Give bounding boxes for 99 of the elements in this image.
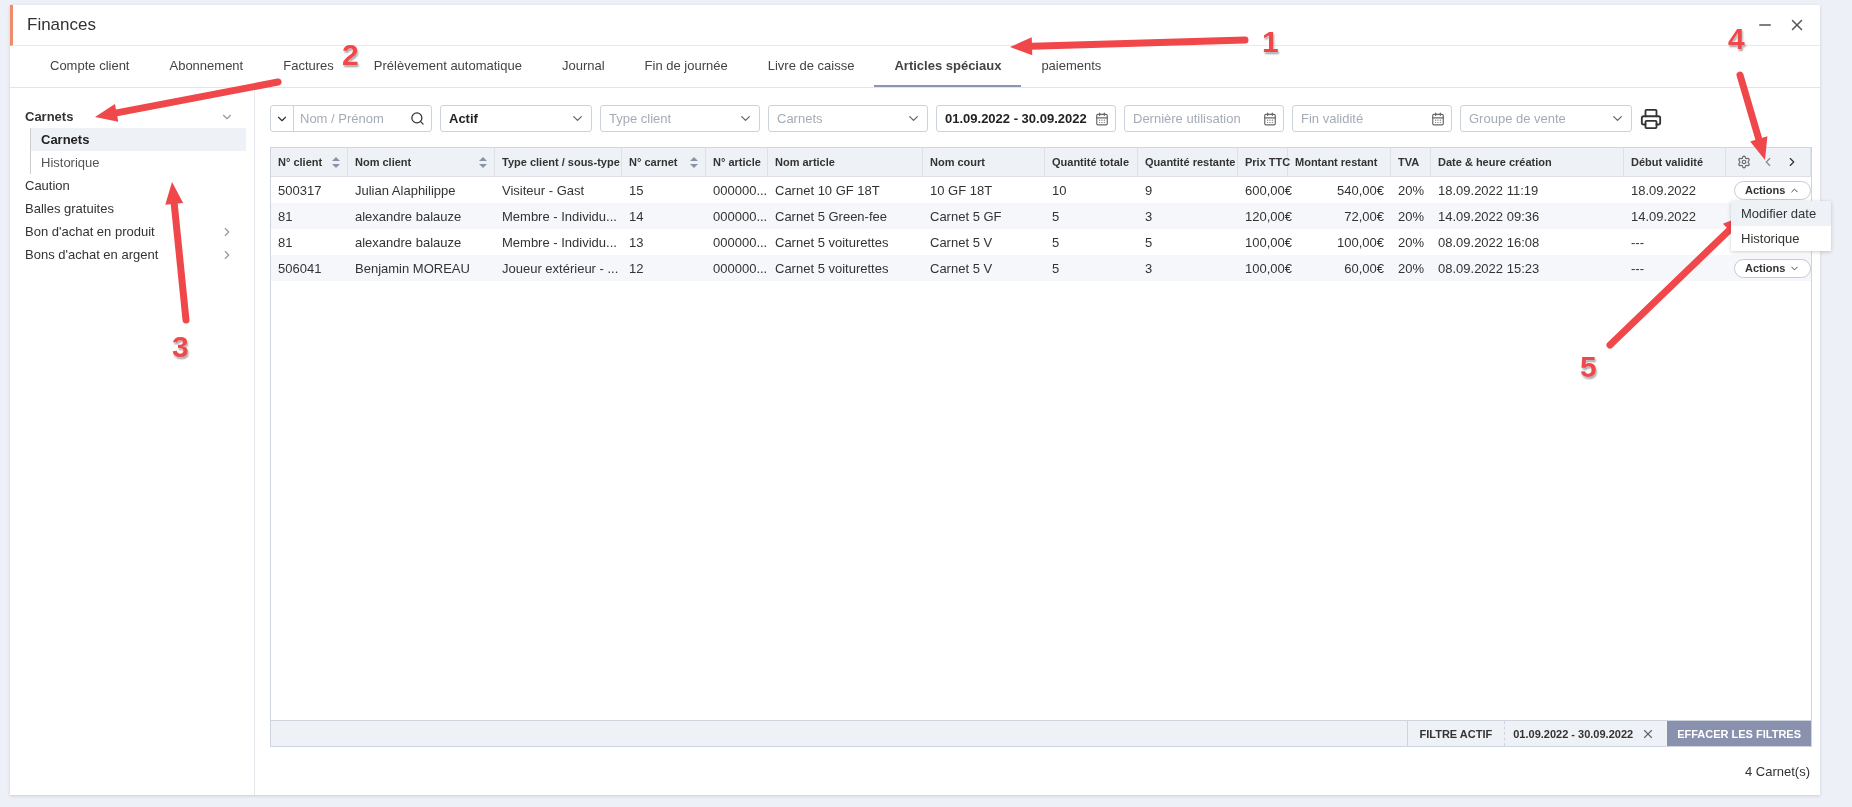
table-cell-text: 81 — [277, 233, 294, 252]
calendar-icon — [1431, 111, 1445, 126]
table-cell-text: 18.09.2022 — [1630, 181, 1698, 200]
record-count: 4 Carnet(s) — [1743, 762, 1811, 781]
select-field[interactable]: Actif — [440, 105, 592, 132]
print-button[interactable] — [1640, 107, 1662, 130]
column-header: N° client — [278, 156, 324, 168]
annotation-number: 4 — [1728, 22, 1745, 56]
sidebar-item[interactable]: Balles gratuites — [10, 197, 254, 220]
sort-icon[interactable] — [690, 156, 698, 168]
table-cell-text: Carnet 10 GF 18T — [774, 181, 881, 200]
column-header: TVA — [1398, 156, 1421, 168]
column-header: Date & heure création — [1438, 156, 1553, 168]
table-cell-text: Membre - Individu... — [501, 233, 618, 252]
sidebar-item[interactable]: Carnets — [10, 105, 254, 128]
menu-item[interactable]: Historique — [1731, 226, 1831, 251]
column-header: N° carnet — [629, 156, 679, 168]
table-cell-text: Carnet 5 voiturettes — [774, 259, 890, 278]
search-icon — [410, 111, 425, 126]
calendar-icon — [1263, 111, 1277, 126]
table-cell-text: 13 — [628, 233, 645, 252]
active-filter-label: FILTRE ACTIF — [1406, 721, 1506, 746]
table-cell-text: Visiteur - Gast — [501, 181, 586, 200]
filter-chip-label: 01.09.2022 - 30.09.2022 — [1513, 727, 1634, 740]
column-header: Nom article — [775, 156, 836, 168]
tab[interactable]: Fin de journée — [624, 46, 748, 87]
table-cell-text: 000000... — [712, 207, 768, 226]
column-header: Nom court — [930, 156, 986, 168]
tab[interactable]: Abonnement — [149, 46, 264, 87]
table-cell-text: 20% — [1396, 181, 1425, 200]
table-cell-text: 506041 — [277, 259, 323, 278]
actions-button[interactable]: Actions — [1734, 180, 1812, 200]
table-cell-text: 5 — [1144, 233, 1154, 252]
table-cell-text: 18.09.2022 11:19 — [1437, 181, 1540, 200]
column-header: Quantité restante — [1145, 156, 1236, 168]
table-cell-text: Carnet 5 voiturettes — [774, 233, 890, 252]
tab[interactable]: Journal — [541, 46, 625, 87]
table-cell-text: 500317 — [277, 181, 323, 200]
table-cell-text: 08.09.2022 16:08 — [1437, 233, 1541, 252]
column-header: Début validité — [1631, 156, 1705, 168]
actions-button[interactable]: Actions — [1734, 258, 1812, 278]
column-header: Montant restant — [1295, 156, 1379, 168]
annotation-number: 3 — [172, 330, 189, 364]
sidebar-subitem[interactable]: Carnets — [30, 128, 246, 151]
column-header: Nom client — [355, 156, 413, 168]
table-cell-text: Carnet 5 Green-fee — [774, 207, 888, 226]
annotation-number: 2 — [342, 38, 359, 72]
column-header: N° article — [713, 156, 761, 168]
sort-icon[interactable] — [479, 156, 487, 168]
table-cell-text: 20% — [1396, 207, 1425, 226]
column-header: Prix TTC — [1245, 156, 1291, 168]
table-cell-text: 14.09.2022 09:36 — [1437, 207, 1541, 226]
table-cell-text: 3 — [1144, 259, 1154, 278]
table-cell-text: 000000... — [712, 259, 768, 278]
column-header: Type client / sous-type — [502, 156, 620, 168]
settings-icon[interactable] — [1737, 155, 1751, 169]
window-title: Finances — [27, 15, 97, 35]
table-cell-text: 000000... — [712, 181, 768, 200]
table-cell-text: Joueur extérieur - ... — [501, 259, 620, 278]
table-cell-text: 14 — [628, 207, 645, 226]
table-cell-text: 81 — [277, 207, 294, 226]
calendar-icon — [1095, 111, 1109, 126]
table-cell-text: 08.09.2022 15:23 — [1437, 259, 1541, 278]
table-cell-text: 10 — [1051, 181, 1068, 200]
table-cell-text: 9 — [1144, 181, 1154, 200]
table-cell-text: Julian Alaphilippe — [354, 181, 457, 200]
table-cell-text: 15 — [628, 181, 645, 200]
table-cell-text: 5 — [1051, 207, 1061, 226]
annotation-number: 5 — [1580, 350, 1597, 384]
table-cell-text: --- — [1630, 259, 1645, 278]
column-header: Quantité totale — [1052, 156, 1130, 168]
table-cell-text: 20% — [1396, 259, 1425, 278]
table-cell-text: Membre - Individu... — [501, 207, 618, 226]
table-cell-text: Carnet 5 V — [929, 259, 994, 278]
sidebar-item[interactable]: Bon d'achat en produit — [10, 220, 254, 243]
table-cell-text: 20% — [1396, 233, 1425, 252]
table-cell-text: 000000... — [712, 233, 768, 252]
tab[interactable]: Compte client — [30, 46, 150, 87]
table-cell-text: 5 — [1051, 233, 1061, 252]
table-cell-text: Benjamin MOREAU — [354, 259, 471, 278]
tab[interactable]: paiements — [1021, 46, 1122, 87]
date-field[interactable]: 01.09.2022 - 30.09.2022 — [936, 105, 1116, 132]
sidebar-item[interactable]: Caution — [10, 174, 254, 197]
sort-icon[interactable] — [332, 156, 340, 168]
table-cell-text: 5 — [1051, 259, 1061, 278]
table-cell-text: 10 GF 18T — [929, 181, 994, 200]
table-cell-text: 3 — [1144, 207, 1154, 226]
sidebar-subitem[interactable]: Historique — [30, 151, 246, 174]
table-cell-text: Carnet 5 GF — [929, 207, 1003, 226]
annotation-number: 1 — [1262, 25, 1279, 59]
table-cell-text: --- — [1630, 233, 1645, 252]
sidebar-item[interactable]: Bons d'achat en argent — [10, 243, 254, 266]
table-cell-text: 14.09.2022 — [1630, 207, 1698, 226]
table-cell-text: alexandre balauze — [354, 233, 463, 252]
menu-item[interactable]: Modifier date — [1731, 201, 1831, 226]
tab[interactable]: Livre de caisse — [747, 46, 875, 87]
table-cell-text: 12 — [628, 259, 645, 278]
table-cell-text: Carnet 5 V — [929, 233, 994, 252]
table-cell-text: alexandre balauze — [354, 207, 463, 226]
